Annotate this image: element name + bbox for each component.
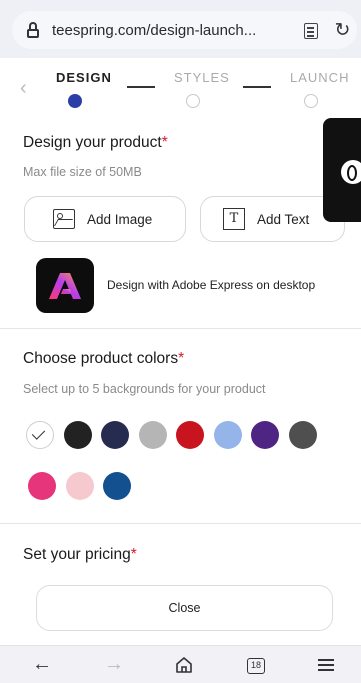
text-icon: T — [223, 208, 245, 230]
section-divider — [0, 328, 361, 329]
required-mark: * — [178, 350, 185, 367]
colors-subtitle: Select up to 5 backgrounds for your prod… — [23, 382, 266, 396]
overflow-card — [323, 118, 361, 222]
step-styles-dot — [186, 94, 200, 108]
color-swatch-white[interactable] — [26, 421, 54, 449]
design-section-title: Design your product* — [23, 134, 168, 152]
ring-icon — [341, 160, 361, 184]
color-swatch-navy[interactable] — [101, 421, 129, 449]
pricing-section-title: Set your pricing* — [23, 546, 137, 564]
add-image-label: Add Image — [87, 211, 153, 227]
back-arrow-icon[interactable]: ← — [32, 654, 52, 674]
step-launch-label[interactable]: LAUNCH — [290, 70, 349, 85]
colors-title-text: Choose product colors — [23, 350, 179, 367]
back-chevron-icon[interactable]: ‹ — [20, 78, 27, 98]
color-swatch-light-gray[interactable] — [138, 421, 167, 449]
step-connector — [243, 86, 271, 88]
url-text[interactable]: teespring.com/design-launch... — [52, 22, 262, 39]
step-design-label[interactable]: DESIGN — [56, 70, 112, 85]
color-swatch-red[interactable] — [176, 421, 204, 449]
color-swatch-light-pink[interactable] — [65, 472, 94, 500]
step-styles-label[interactable]: STYLES — [174, 70, 230, 85]
section-divider — [0, 523, 361, 524]
reader-mode-icon[interactable] — [304, 23, 318, 39]
browser-bottom-nav: ← → 18 — [0, 645, 361, 683]
color-swatch-pink[interactable] — [28, 472, 56, 500]
step-launch-dot — [304, 94, 318, 108]
design-subtitle: Max file size of 50MB — [23, 165, 142, 179]
color-swatch-purple[interactable] — [251, 421, 279, 449]
required-mark: * — [130, 546, 137, 563]
adobe-express-link[interactable]: Design with Adobe Express on desktop — [107, 278, 315, 292]
image-icon — [53, 209, 75, 229]
adobe-express-logo[interactable] — [36, 258, 94, 313]
color-swatch-black[interactable] — [63, 421, 92, 449]
step-connector — [127, 86, 155, 88]
menu-icon[interactable] — [318, 659, 334, 671]
add-text-label: Add Text — [257, 211, 310, 227]
forward-arrow-icon[interactable]: → — [104, 654, 124, 674]
home-icon[interactable] — [175, 656, 193, 674]
adobe-express-icon — [49, 272, 81, 299]
reload-icon[interactable]: ↻ — [334, 21, 351, 40]
add-image-button[interactable]: Add Image — [24, 196, 186, 242]
lock-icon — [26, 22, 40, 38]
step-design-dot — [68, 94, 82, 108]
required-mark: * — [161, 134, 168, 151]
close-button[interactable]: Close — [36, 585, 333, 631]
pricing-title-text: Set your pricing — [23, 546, 131, 563]
color-swatch-royal-blue[interactable] — [103, 472, 131, 500]
address-field[interactable]: teespring.com/design-launch... ↻ — [12, 11, 357, 49]
browser-url-bar: teespring.com/design-launch... ↻ — [0, 0, 361, 58]
colors-section-title: Choose product colors* — [23, 350, 184, 368]
color-swatch-light-blue[interactable] — [213, 421, 242, 449]
check-icon — [31, 426, 46, 440]
tabs-count-icon[interactable]: 18 — [247, 658, 265, 674]
progress-stepper: ‹ DESIGN STYLES LAUNCH — [0, 58, 361, 114]
color-swatch-dark-gray[interactable] — [288, 421, 317, 449]
design-title-text: Design your product — [23, 134, 162, 151]
